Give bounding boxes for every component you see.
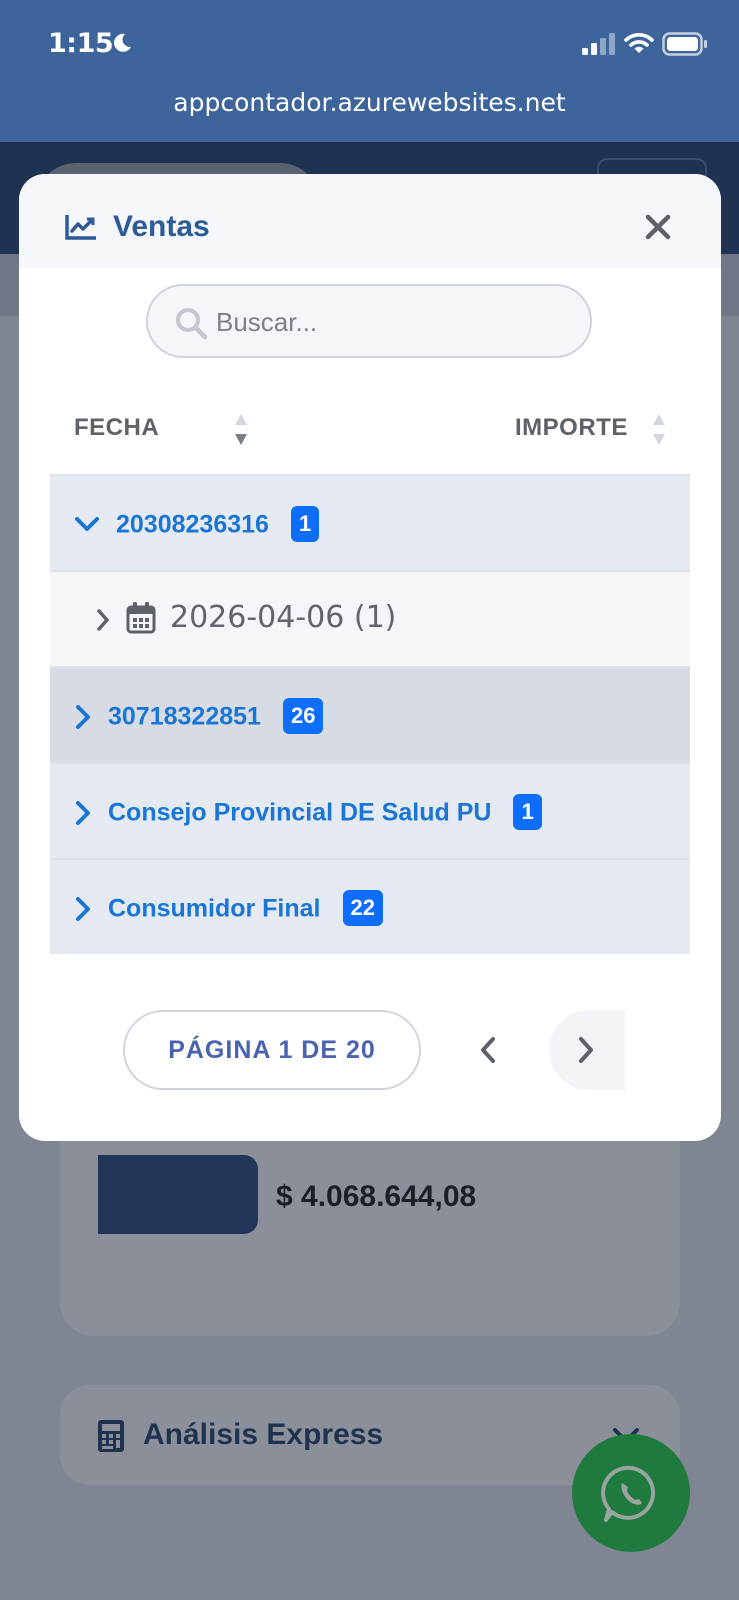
modal-title: Ventas bbox=[113, 210, 210, 243]
count-badge: 22 bbox=[342, 890, 383, 926]
wifi-icon bbox=[624, 33, 654, 53]
calculator-icon bbox=[98, 1420, 124, 1452]
count-badge: 1 bbox=[290, 506, 320, 542]
chevron-down-icon bbox=[75, 517, 99, 531]
group-label: 30718322851 26 bbox=[108, 698, 324, 736]
group-row[interactable]: 20308236316 1 bbox=[50, 474, 690, 570]
chevron-right-icon bbox=[76, 897, 90, 921]
signal-icon bbox=[582, 33, 615, 55]
close-icon[interactable] bbox=[645, 214, 671, 240]
moon-icon bbox=[114, 33, 131, 52]
count-badge: 26 bbox=[282, 698, 324, 734]
whatsapp-button[interactable] bbox=[572, 1434, 690, 1552]
summary-amount: $ 4.068.644,08 bbox=[276, 1180, 477, 1213]
column-header-fecha[interactable]: FECHA bbox=[74, 414, 159, 442]
url-bar[interactable]: appcontador.azurewebsites.net bbox=[0, 88, 739, 117]
group-name: Consumidor Final bbox=[108, 894, 321, 923]
prev-page-button[interactable] bbox=[459, 1010, 517, 1090]
analisis-title: Análisis Express bbox=[143, 1418, 384, 1451]
sort-icon[interactable] bbox=[651, 412, 667, 448]
ventas-modal: Ventas FECHA IMPORTE 20308236316 1 bbox=[19, 174, 721, 1141]
group-name: Consejo Provincial DE Salud PU bbox=[108, 798, 492, 827]
date-label: 2026-04-06 (1) bbox=[170, 600, 397, 635]
search-box bbox=[146, 284, 592, 358]
group-name: 30718322851 bbox=[108, 702, 261, 731]
chart-line-icon bbox=[65, 215, 96, 240]
search-icon bbox=[176, 308, 208, 340]
group-row[interactable]: Consumidor Final 22 bbox=[50, 858, 690, 954]
group-row[interactable]: Consejo Provincial DE Salud PU 1 bbox=[50, 762, 690, 858]
date-row[interactable]: 2026-04-06 (1) bbox=[50, 570, 690, 666]
chevron-right-icon bbox=[97, 609, 109, 631]
search-input[interactable] bbox=[216, 298, 576, 346]
page-indicator-button[interactable]: PÁGINA 1 DE 20 bbox=[123, 1010, 421, 1090]
summary-bar bbox=[98, 1155, 258, 1234]
calendar-icon bbox=[126, 602, 156, 634]
chevron-right-icon bbox=[579, 1037, 593, 1063]
group-name: 20308236316 bbox=[116, 510, 269, 539]
group-label: Consejo Provincial DE Salud PU 1 bbox=[108, 794, 542, 832]
sort-icon[interactable] bbox=[233, 412, 249, 448]
modal-header: Ventas bbox=[19, 174, 721, 268]
status-time: 1:15 bbox=[48, 28, 114, 59]
count-badge: 1 bbox=[513, 794, 542, 830]
group-label: 20308236316 1 bbox=[116, 506, 320, 544]
next-page-button[interactable] bbox=[549, 1010, 625, 1090]
whatsapp-icon bbox=[601, 1465, 656, 1522]
chevron-right-icon bbox=[76, 801, 90, 825]
column-header-importe[interactable]: IMPORTE bbox=[515, 414, 628, 442]
group-row[interactable]: 30718322851 26 bbox=[50, 666, 690, 762]
ventas-table: 20308236316 1 2026-04-06 (1) 30718322851 2… bbox=[50, 474, 690, 954]
group-label: Consumidor Final 22 bbox=[108, 890, 383, 928]
browser-top-bar: 1:15 appcontador.azurewebsites.net bbox=[0, 0, 739, 142]
chevron-right-icon bbox=[76, 705, 90, 729]
chevron-left-icon bbox=[481, 1037, 495, 1063]
battery-icon bbox=[662, 32, 707, 56]
